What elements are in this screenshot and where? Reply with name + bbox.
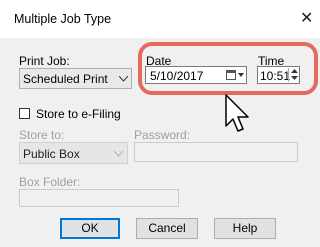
store-efiling-checkbox[interactable]: [19, 108, 30, 119]
chevron-down-icon: [114, 151, 123, 157]
annotation-highlight: [138, 42, 318, 95]
ok-button[interactable]: OK: [60, 218, 120, 239]
mouse-cursor-icon: [225, 94, 249, 132]
print-job-value: Scheduled Print: [23, 72, 108, 86]
print-job-label-text: Print Job:: [19, 54, 70, 68]
chevron-down-icon: [119, 76, 128, 82]
store-to-label: Store to:: [19, 128, 65, 142]
print-job-dropdown[interactable]: Scheduled Print: [19, 68, 132, 89]
print-job-label: Print Job:: [19, 54, 70, 68]
box-folder-field[interactable]: [19, 189, 179, 207]
dialog-title: Multiple Job Type: [14, 12, 112, 26]
help-button[interactable]: Help: [214, 218, 276, 239]
store-to-dropdown[interactable]: Public Box: [19, 142, 128, 164]
cancel-button[interactable]: Cancel: [136, 218, 198, 239]
close-icon[interactable]: ✕: [300, 8, 313, 28]
password-label: Password:: [134, 128, 191, 142]
store-to-value: Public Box: [23, 147, 80, 161]
store-efiling-label: Store to e-Filing: [36, 107, 121, 121]
box-folder-label: Box Folder:: [19, 175, 81, 189]
password-field[interactable]: [134, 142, 298, 162]
